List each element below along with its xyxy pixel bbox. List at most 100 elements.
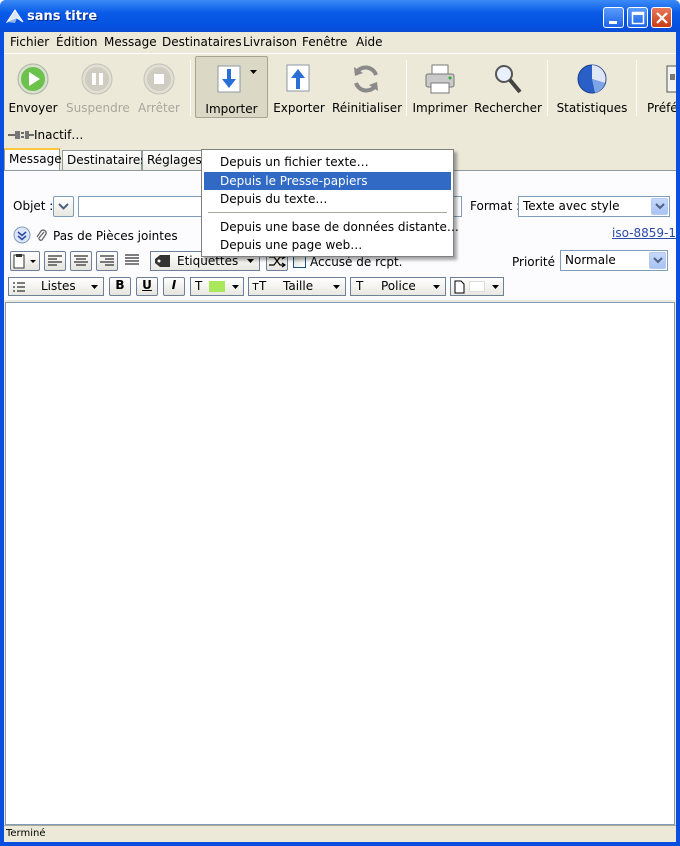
import-from-remote-database[interactable]: Depuis une base de données distante…	[204, 218, 459, 236]
format-select[interactable]: Texte avec style	[518, 196, 670, 217]
toolbar-separator	[190, 60, 191, 116]
print-label: Imprimer	[412, 101, 468, 115]
minimize-icon	[609, 21, 617, 24]
export-button[interactable]: Exporter	[272, 56, 326, 118]
statistics-label: Statistiques	[556, 101, 628, 115]
toolbar-separator	[406, 60, 407, 116]
printer-icon	[425, 64, 455, 94]
tab-destinataires[interactable]: Destinataires	[62, 150, 147, 170]
close-icon	[656, 12, 668, 24]
font-size-glyph: ᴛT	[252, 279, 267, 293]
maximize-button[interactable]	[627, 7, 648, 28]
menu-fenetre[interactable]: Fenêtre	[302, 35, 347, 49]
paste-style-button[interactable]	[10, 251, 40, 271]
priority-label: Priorité :	[512, 255, 563, 269]
stop-label: Arrêter	[137, 101, 180, 115]
toolbar: Envoyer Suspendre Arrêter Importer Expor…	[4, 53, 676, 119]
format-value: Texte avec style	[523, 199, 620, 213]
menu-message[interactable]: Message	[104, 35, 157, 49]
font-size-select[interactable]: ᴛT Taille	[248, 277, 346, 296]
menu-destinataires[interactable]: Destinataires	[162, 35, 242, 49]
subject-history-button[interactable]	[53, 196, 74, 217]
send-label: Envoyer	[8, 101, 58, 115]
dropdown-arrow-icon[interactable]	[249, 69, 259, 77]
align-right-button[interactable]	[96, 251, 118, 271]
dropdown-arrow-icon	[91, 285, 98, 289]
dropdown-arrow-icon	[247, 259, 254, 263]
maximize-icon	[631, 11, 645, 25]
import-from-text-file[interactable]: Depuis un fichier texte…	[204, 153, 451, 171]
import-menu: Depuis un fichier texte… Depuis le Press…	[201, 149, 459, 257]
app-window: sans titre Fichier Édition Message Desti…	[0, 0, 680, 846]
priority-value: Normale	[565, 253, 616, 267]
italic-button[interactable]: I	[163, 277, 185, 296]
import-from-web-page[interactable]: Depuis une page web…	[204, 236, 451, 254]
dropdown-arrow-icon	[433, 285, 440, 289]
stop-button[interactable]: Arrêter	[134, 56, 184, 118]
search-icon	[495, 65, 522, 94]
tab-reglages[interactable]: Réglages	[142, 150, 202, 170]
status-text: Inactif…	[34, 128, 84, 142]
preferences-button[interactable]: Préfér	[642, 56, 676, 118]
priority-dropdown-button[interactable]	[649, 252, 666, 269]
import-from-clipboard[interactable]: Depuis le Presse-papiers	[204, 172, 451, 190]
reset-label: Réinitialiser	[332, 101, 403, 115]
connection-status: Inactif…	[4, 124, 676, 144]
font-size-value: Taille	[283, 279, 314, 293]
minimize-button[interactable]	[603, 7, 624, 28]
import-button[interactable]: Importer	[195, 56, 268, 118]
toolbar-separator	[547, 60, 548, 116]
clipboard-icon	[13, 254, 36, 269]
search-button[interactable]: Rechercher	[474, 56, 542, 118]
text-color-swatch	[209, 281, 225, 292]
statistics-button[interactable]: Statistiques	[554, 56, 630, 118]
menu-aide[interactable]: Aide	[356, 35, 383, 49]
align-center-button[interactable]	[70, 251, 92, 271]
close-button[interactable]	[651, 7, 672, 28]
import-from-text[interactable]: Depuis du texte…	[204, 190, 451, 208]
menu-bar: Fichier Édition Message Destinataires Li…	[4, 32, 676, 52]
menu-fichier[interactable]: Fichier	[10, 35, 49, 49]
send-button[interactable]: Envoyer	[6, 56, 60, 118]
expand-attachments-icon[interactable]	[13, 226, 31, 244]
format-label: Format :	[470, 199, 521, 213]
page-icon	[454, 280, 465, 294]
print-button[interactable]: Imprimer	[412, 56, 468, 118]
title-bar[interactable]: sans titre	[0, 0, 680, 32]
background-color-select[interactable]	[450, 277, 504, 296]
pause-icon	[81, 63, 113, 95]
stop-icon	[143, 63, 175, 95]
menu-livraison[interactable]: Livraison	[243, 35, 297, 49]
menu-separator	[208, 212, 447, 213]
chevron-down-icon	[58, 203, 69, 210]
toolbar-separator	[636, 60, 637, 116]
charset-link[interactable]: iso-8859-1	[612, 226, 676, 240]
lists-select[interactable]: Listes	[8, 277, 104, 296]
chevron-down-icon	[653, 257, 663, 264]
paperclip-icon	[36, 229, 47, 241]
bold-button[interactable]: B	[109, 277, 131, 296]
underline-button[interactable]: U	[136, 277, 158, 296]
dropdown-arrow-icon	[232, 285, 239, 289]
play-icon	[17, 63, 49, 95]
font-select[interactable]: T Police	[350, 277, 446, 296]
justify-icon	[125, 254, 139, 265]
priority-select[interactable]: Normale	[560, 250, 668, 271]
text-color-select[interactable]: T	[190, 277, 244, 296]
reset-button[interactable]: Réinitialiser	[332, 56, 403, 118]
justify-button[interactable]	[122, 251, 144, 271]
tab-message[interactable]: Message	[4, 148, 62, 171]
receipt-label: Accusé de rcpt.	[310, 255, 403, 269]
suspend-button[interactable]: Suspendre	[66, 56, 130, 118]
suspend-label: Suspendre	[66, 101, 130, 115]
status-bar-text: Terminé	[6, 828, 46, 839]
dropdown-arrow-icon	[492, 285, 499, 289]
format-dropdown-button[interactable]	[651, 198, 668, 215]
lists-value: Listes	[41, 279, 76, 293]
align-left-button[interactable]	[44, 251, 66, 271]
export-label: Exporter	[273, 101, 325, 115]
message-body-editor[interactable]	[5, 302, 675, 825]
tag-icon	[155, 255, 170, 267]
menu-edition[interactable]: Édition	[56, 35, 98, 49]
refresh-icon	[354, 65, 378, 93]
